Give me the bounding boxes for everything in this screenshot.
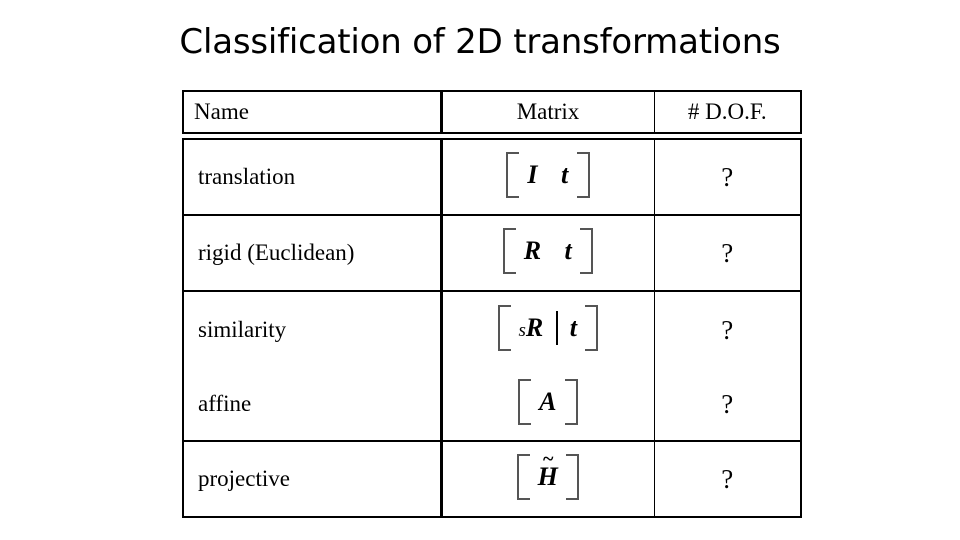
cell-name-projective: projective [182, 440, 443, 518]
homography-symbol-group: ~ H [538, 449, 559, 490]
table-body: translation I t ? rigid (Euclidean) R t … [182, 133, 802, 518]
bracket-right-icon [576, 151, 590, 198]
page-title: Classification of 2D transformations [179, 22, 781, 62]
bracket-left-icon [518, 378, 532, 425]
cell-dof-projective: ? [654, 440, 802, 518]
table-row: affine A ? [182, 368, 802, 441]
bracket-left-icon [497, 304, 511, 351]
cell-dof-similarity: ? [654, 290, 802, 368]
cell-name-affine: affine [182, 368, 443, 441]
matrix-entry: A [538, 379, 558, 425]
table-row: rigid (Euclidean) R t ? [182, 214, 802, 291]
cell-matrix-affine: A [441, 368, 655, 441]
cell-name-rigid: rigid (Euclidean) [182, 214, 443, 291]
bracket-left-icon [516, 453, 530, 500]
cell-dof-translation: ? [654, 138, 802, 215]
cell-matrix-projective: ~ H [441, 440, 655, 518]
matrix-symbol-translation-vector: t [569, 312, 578, 342]
bracket-right-icon [566, 453, 580, 500]
column-header-name: Name [182, 90, 443, 134]
bracket-right-icon [585, 304, 599, 351]
cell-name-similarity: similarity [182, 290, 443, 368]
matrix-symbol-rotation: R [525, 312, 544, 342]
matrix-entry: R t [523, 228, 574, 274]
table-header-row: Name Matrix # D.O.F. [182, 90, 802, 134]
matrix-symbol-rotation: R [523, 235, 542, 265]
slide-canvas: Classification of 2D transformations Nam… [0, 0, 960, 540]
matrix-entry: sR [518, 305, 545, 351]
transformations-table: Name Matrix # D.O.F. translation I t ? r… [182, 90, 802, 518]
matrix-notation-affine: A [518, 378, 578, 425]
column-header-matrix: Matrix [441, 90, 655, 134]
matrix-notation-projective: ~ H [516, 449, 580, 500]
matrix-symbol-affine: A [539, 386, 557, 416]
cell-name-translation: translation [182, 138, 443, 215]
matrix-column-separator-icon [555, 310, 558, 345]
transformations-table-wrapper: Name Matrix # D.O.F. translation I t ? r… [182, 90, 802, 518]
matrix-notation-similarity: sR t [497, 304, 599, 351]
matrix-symbol-translation-vector: t [564, 235, 573, 265]
tilde-accent-icon: ~ [542, 447, 554, 470]
matrix-symbol-identity: I [527, 159, 538, 189]
cell-matrix-rigid: R t [441, 214, 655, 291]
bracket-right-icon [564, 378, 578, 425]
matrix-notation-translation: I t [506, 151, 590, 198]
matrix-notation-rigid: R t [502, 227, 594, 274]
matrix-entry: I t [526, 152, 569, 198]
table-row: translation I t ? [182, 138, 802, 215]
matrix-symbol-scale: s [518, 319, 526, 341]
cell-matrix-similarity: sR t [441, 290, 655, 368]
matrix-entry: t [569, 305, 579, 351]
cell-dof-rigid: ? [654, 214, 802, 291]
column-header-dof: # D.O.F. [654, 90, 802, 134]
table-row: projective ~ H ? [182, 440, 802, 518]
cell-dof-affine: ? [654, 368, 802, 441]
bracket-left-icon [502, 227, 516, 274]
bracket-left-icon [506, 151, 520, 198]
matrix-entry: ~ H [537, 449, 560, 500]
bracket-right-icon [580, 227, 594, 274]
table-header: Name Matrix # D.O.F. [182, 90, 802, 134]
matrix-symbol-translation-vector: t [560, 159, 569, 189]
cell-matrix-translation: I t [441, 138, 655, 215]
table-row: similarity sR t ? [182, 290, 802, 368]
